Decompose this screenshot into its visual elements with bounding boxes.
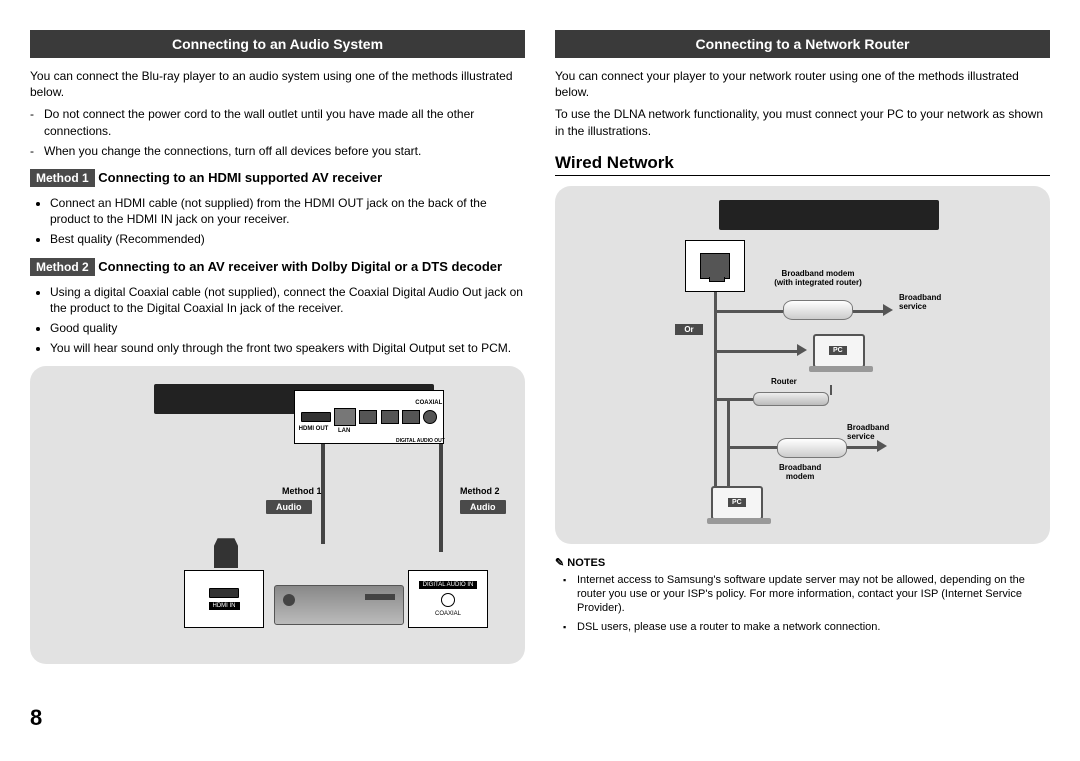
right-column: Connecting to a Network Router You can c… [555,30,1050,664]
main-cable-icon [714,292,717,500]
coaxial-label: COAXIAL [415,400,442,406]
method1-title: Connecting to an HDMI supported AV recei… [98,170,382,185]
coaxial-cable-icon [439,444,443,552]
diagram-method1-label: Method 1 [282,486,322,496]
coaxial-in-label: COAXIAL [435,611,461,617]
audio-intro: You can connect the Blu-ray player to an… [30,68,525,100]
audio-warning-2: When you change the connections, turn of… [44,143,525,159]
router-label: Router [771,378,797,387]
diagram-audio-pill-1: Audio [266,500,312,514]
broadband-modem-int-label: Broadband modem (with integrated router) [753,270,883,288]
method2-point-2: Good quality [50,320,525,336]
network-intro-2: To use the DLNA network functionality, y… [555,106,1050,138]
diagram-audio-pill-2: Audio [460,500,506,514]
hdmi-in-label: HDMI IN [209,602,240,610]
network-section-header: Connecting to a Network Router [555,30,1050,58]
av-receiver-icon [274,585,404,625]
method1-pill: Method 1 [30,169,95,187]
network-intro-1: You can connect your player to your netw… [555,68,1050,100]
hdmi-plug-icon [214,538,238,568]
audio-diagram: HDMI OUT LAN COAXIAL DIGITAL AUDIO OUT [30,366,525,664]
network-diagram: Or Broadband modem (with integrated rout… [555,186,1050,544]
method2-heading: Method 2 Connecting to an AV receiver wi… [30,258,525,276]
cable-to-modem-int [717,310,783,313]
method1-point-2: Best quality (Recommended) [50,231,525,247]
left-column: Connecting to an Audio System You can co… [30,30,525,664]
player-ports-callout: HDMI OUT LAN COAXIAL [294,390,444,444]
note-1: Internet access to Samsung's software up… [577,573,1050,616]
method1-heading: Method 1 Connecting to an HDMI supported… [30,169,525,187]
misc-port-icon-2 [381,410,399,424]
note-2: DSL users, please use a router to make a… [577,620,1050,634]
cable-modem-out [847,446,877,449]
broadband-service-label-2: Broadband service [847,424,889,442]
or-label: Or [675,324,703,335]
method1-point-1: Connect an HDMI cable (not supplied) fro… [50,195,525,227]
diagram-method2-label: Method 2 [460,486,500,496]
cable-router-down [727,400,730,500]
lan-callout [685,240,745,292]
method2-title: Connecting to an AV receiver with Dolby … [98,259,502,274]
cable-modem-int-out [853,310,883,313]
broadband-modem-label: Broadband modem [779,464,821,482]
method2-pill: Method 2 [30,258,95,276]
misc-port-icon [359,410,377,424]
notes-heading: NOTES [555,556,1050,569]
pc-label-2: PC [728,498,746,507]
digital-audio-out-label: DIGITAL AUDIO OUT [396,438,445,444]
broadband-modem-icon [777,438,847,458]
method2-point-1: Using a digital Coaxial cable (not suppl… [50,284,525,316]
cable-to-router [717,398,753,401]
method2-point-3: You will hear sound only through the fro… [50,340,525,356]
hdmi-out-port-icon [301,412,331,422]
arrow-icon-1 [883,304,893,316]
cable-to-pc-1 [717,350,797,353]
pc-label-1: PC [829,346,847,355]
hdmi-in-port-icon [209,588,239,598]
arrow-icon-pc1 [797,344,807,356]
router-icon [753,392,829,406]
audio-section-header: Connecting to an Audio System [30,30,525,58]
page-number: 8 [30,705,42,731]
broadband-modem-int-icon [783,300,853,320]
lan-jack-icon [700,253,730,279]
hdmi-cable-icon [321,444,325,544]
hdmi-out-label: HDMI OUT [299,426,329,432]
coaxial-out-icon [423,410,437,424]
lan-port-icon [334,408,356,426]
misc-port-icon-3 [402,410,420,424]
cable-router-to-modem [727,446,777,449]
wired-network-heading: Wired Network [555,153,1050,173]
player-back-icon-net [719,200,939,230]
digital-in-callout: DIGITAL AUDIO IN COAXIAL [408,570,488,628]
audio-warning-1: Do not connect the power cord to the wal… [44,106,525,138]
coaxial-in-icon [441,593,455,607]
digital-audio-in-label: DIGITAL AUDIO IN [419,581,478,589]
arrow-icon-2 [877,440,887,452]
lan-label: LAN [338,428,350,434]
heading-rule [555,175,1050,176]
broadband-service-label-1: Broadband service [899,294,941,312]
hdmi-in-callout: HDMI IN [184,570,264,628]
